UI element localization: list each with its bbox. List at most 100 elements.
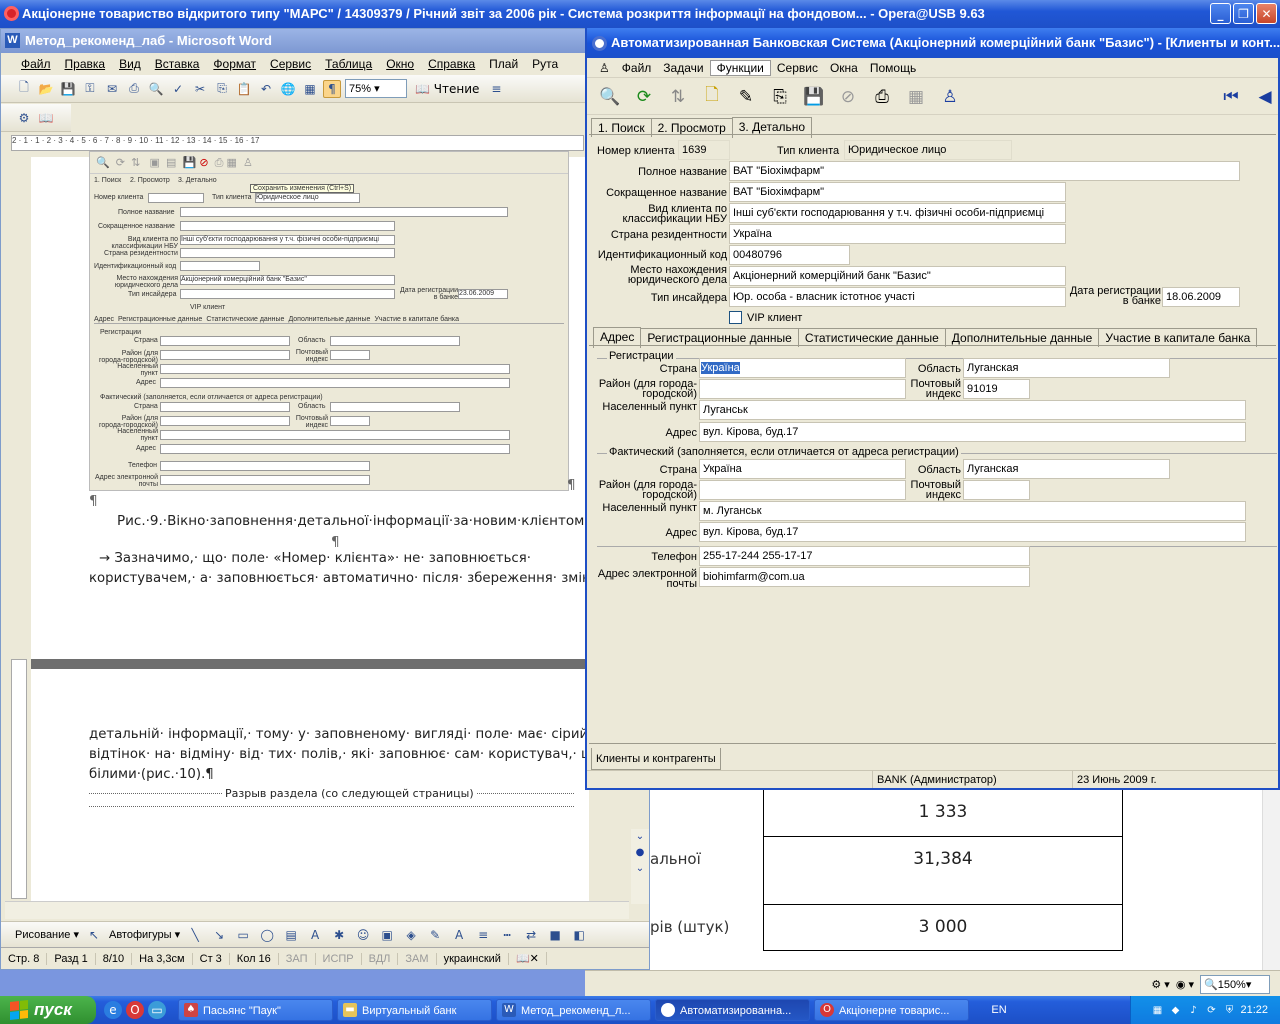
task-virtual-bank[interactable]: ▬ Виртуальный банк bbox=[337, 999, 492, 1021]
security-icon[interactable]: ⛨ bbox=[1222, 1003, 1236, 1017]
sync-icon[interactable]: ⟳ bbox=[1204, 1003, 1218, 1017]
document-page-2[interactable] bbox=[31, 669, 589, 901]
ie-icon[interactable]: e bbox=[104, 1001, 122, 1019]
reg-country-field[interactable]: Україна bbox=[699, 358, 906, 378]
save-icon[interactable]: 💾 bbox=[59, 80, 77, 98]
print-icon[interactable]: ⎙ bbox=[869, 84, 895, 110]
bank-menu-tasks[interactable]: Задачи bbox=[657, 61, 709, 75]
network-icon[interactable]: ▦ bbox=[1150, 1003, 1164, 1017]
arrow-icon[interactable]: ↘ bbox=[210, 926, 228, 944]
menu-window[interactable]: Окно bbox=[386, 57, 414, 71]
autoshapes-menu[interactable]: Автофигуры ▾ bbox=[109, 928, 180, 941]
spelling-icon[interactable]: ✓ bbox=[169, 80, 187, 98]
fact-region-field[interactable]: Луганская bbox=[963, 459, 1170, 479]
menu-plai[interactable]: Плай bbox=[489, 57, 518, 71]
task-bank-system[interactable]: Автоматизированна... bbox=[655, 999, 810, 1021]
reg-locality-field[interactable]: Луганськ bbox=[699, 400, 1246, 420]
picture-icon[interactable]: ▣ bbox=[378, 926, 396, 944]
line-style-icon[interactable]: ≡ bbox=[474, 926, 492, 944]
zoom-select[interactable]: 75% ▾ bbox=[345, 79, 407, 98]
country-field[interactable]: Україна bbox=[729, 224, 1066, 244]
menu-format[interactable]: Формат bbox=[213, 57, 256, 71]
cut-icon[interactable]: ✂ bbox=[191, 80, 209, 98]
minimize-button[interactable]: _ bbox=[1210, 3, 1231, 24]
cancel-icon[interactable]: ⊘ bbox=[835, 84, 861, 110]
print-icon[interactable]: ⎙ bbox=[125, 80, 143, 98]
word-horizontal-scrollbar[interactable] bbox=[5, 901, 629, 919]
undo-icon[interactable]: ↶ bbox=[257, 80, 275, 98]
preview-icon[interactable]: 🔍 bbox=[147, 80, 165, 98]
line-color-icon[interactable]: ✎ bbox=[426, 926, 444, 944]
opera-camera-icon[interactable]: ◉ ▾ bbox=[1176, 978, 1194, 991]
search-icon[interactable]: 🔍 bbox=[597, 84, 623, 110]
bank-menu-help[interactable]: Помощь bbox=[864, 61, 922, 75]
desktop-icon[interactable]: ▭ bbox=[148, 1001, 166, 1019]
email-icon[interactable]: ✉ bbox=[103, 80, 121, 98]
volume-icon[interactable]: ♪ bbox=[1186, 1003, 1200, 1017]
bank-menu-service[interactable]: Сервис bbox=[771, 61, 824, 75]
copy-record-icon[interactable]: ⎘ bbox=[767, 84, 793, 110]
reg-district-field[interactable] bbox=[699, 379, 906, 399]
menu-help[interactable]: Справка bbox=[428, 57, 475, 71]
status-trk[interactable]: ИСПР bbox=[316, 952, 362, 965]
open-icon[interactable]: 📂 bbox=[37, 80, 55, 98]
drawing-menu[interactable]: Рисование ▾ bbox=[15, 928, 79, 941]
task-spider-solitaire[interactable]: ♠ Пасьянс "Паук" bbox=[178, 999, 333, 1021]
restore-button[interactable]: ❐ bbox=[1233, 3, 1254, 24]
spellcheck-status-icon[interactable]: 📖✕ bbox=[509, 952, 547, 965]
task-word[interactable]: W Метод_рекоменд_л... bbox=[496, 999, 651, 1021]
save-icon[interactable]: 💾 bbox=[801, 84, 827, 110]
opera-quick-icon[interactable]: O bbox=[126, 1001, 144, 1019]
id-code-field[interactable]: 00480796 bbox=[729, 245, 850, 265]
place-field[interactable]: Акціонерний комерційний банк "Базис" bbox=[729, 266, 1066, 286]
bank-doc-icon[interactable]: ♙ bbox=[593, 61, 616, 75]
clock[interactable]: 21:22 bbox=[1240, 1004, 1268, 1016]
bank-menu-windows[interactable]: Окна bbox=[824, 61, 864, 75]
textbox-icon[interactable]: ▤ bbox=[282, 926, 300, 944]
insider-field[interactable]: Юр. особа - власник істотноє участі bbox=[729, 287, 1066, 307]
email-field[interactable]: biohimfarm@com.ua bbox=[699, 567, 1030, 587]
line-icon[interactable]: ╲ bbox=[186, 926, 204, 944]
menu-table[interactable]: Таблица bbox=[325, 57, 372, 71]
prev-record-icon[interactable]: ◀ bbox=[1252, 84, 1278, 110]
fact-zip-field[interactable] bbox=[963, 480, 1030, 500]
status-ovr[interactable]: ЗАМ bbox=[398, 952, 437, 965]
refresh-icon[interactable]: ⟳ bbox=[631, 84, 657, 110]
paste-icon[interactable]: 📋 bbox=[235, 80, 253, 98]
vertical-ruler[interactable] bbox=[11, 659, 27, 899]
close-button[interactable]: ✕ bbox=[1256, 3, 1277, 24]
menu-edit[interactable]: Правка bbox=[65, 57, 106, 71]
hyperlink-icon[interactable]: 🌐 bbox=[279, 80, 297, 98]
bank-menu-file[interactable]: Файл bbox=[616, 61, 658, 75]
start-button[interactable]: пуск bbox=[0, 996, 96, 1024]
reg-address-field[interactable]: вул. Кірова, буд.17 bbox=[699, 422, 1246, 442]
menu-service[interactable]: Сервис bbox=[270, 57, 311, 71]
shadow-icon[interactable]: ■ bbox=[546, 926, 564, 944]
font-color-icon[interactable]: A bbox=[450, 926, 468, 944]
fill-color-icon[interactable]: ◈ bbox=[402, 926, 420, 944]
phone-field[interactable]: 255-17-244 255-17-17 bbox=[699, 546, 1030, 566]
book-icon[interactable]: 📖 bbox=[37, 109, 55, 127]
edit-record-icon[interactable]: ✎ bbox=[733, 84, 759, 110]
table-icon[interactable]: ▦ bbox=[301, 80, 319, 98]
status-ext[interactable]: ВДЛ bbox=[362, 952, 399, 965]
copy-icon[interactable]: ⎘ bbox=[213, 80, 231, 98]
arrow-style-icon[interactable]: ⇄ bbox=[522, 926, 540, 944]
full-name-field[interactable]: ВАТ "Біохімфарм" bbox=[729, 161, 1240, 181]
menu-view[interactable]: Вид bbox=[119, 57, 141, 71]
language-indicator[interactable]: EN bbox=[981, 1004, 1017, 1016]
reading-mode-button[interactable]: 📖 Чтение bbox=[411, 80, 483, 98]
diagram-icon[interactable]: ✱ bbox=[330, 926, 348, 944]
task-opera[interactable]: O Акціонерне товарис... bbox=[814, 999, 969, 1021]
permission-icon[interactable]: ⚿ bbox=[81, 80, 99, 98]
oval-icon[interactable]: ◯ bbox=[258, 926, 276, 944]
align-icon[interactable]: ≡ bbox=[487, 80, 505, 98]
sort-icon[interactable]: ⇅ bbox=[665, 84, 691, 110]
bottom-tab-clients[interactable]: Клиенты и контрагенты bbox=[591, 748, 721, 770]
calculator-icon[interactable]: ▦ bbox=[903, 84, 929, 110]
horizontal-ruler[interactable]: 2 · 1 · 1 · 2 · 3 · 4 · 5 · 6 · 7 · 8 · … bbox=[11, 135, 584, 151]
reg-region-field[interactable]: Луганская bbox=[963, 358, 1170, 378]
new-record-icon[interactable]: 🗋 bbox=[699, 84, 725, 110]
opera-status-icon[interactable]: ⚙ ▾ bbox=[1151, 978, 1169, 991]
short-name-field[interactable]: ВАТ "Біохімфарм" bbox=[729, 182, 1066, 202]
